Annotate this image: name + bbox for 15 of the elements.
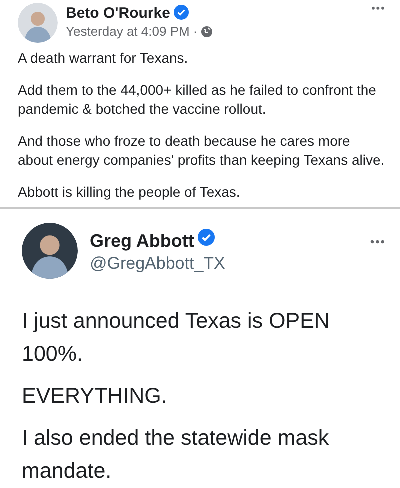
- avatar-icon[interactable]: [22, 223, 78, 279]
- post-text: A death warrant for Texans.: [18, 49, 190, 68]
- post-text: Abbott is killing the people of Texas.: [18, 183, 242, 202]
- globe-icon: [200, 26, 213, 38]
- more-options-button[interactable]: •••: [370, 235, 386, 249]
- post-text: And those who froze to death because he cares more about energy companies' profits than keeping Texans alive.: [18, 132, 386, 170]
- user-handle[interactable]: @GregAbbott_TX: [90, 254, 358, 274]
- post-timestamp[interactable]: Yesterday at 4:09 PM ·: [66, 24, 198, 39]
- post-text: Add them to the 44,000+ killed as he failed to confront the pandemic & botched the vaccine rollout.: [18, 81, 378, 119]
- author-name[interactable]: Beto O'Rourke: [66, 5, 170, 22]
- tweet-text: I also ended the statewide mask mandate.: [22, 425, 330, 485]
- tweet-text: EVERYTHING.: [22, 383, 168, 410]
- tweet-text: I just announced Texas is OPEN 100%.: [22, 308, 331, 368]
- more-options-button[interactable]: •••: [371, 3, 386, 15]
- author-name[interactable]: Greg Abbott: [90, 231, 194, 252]
